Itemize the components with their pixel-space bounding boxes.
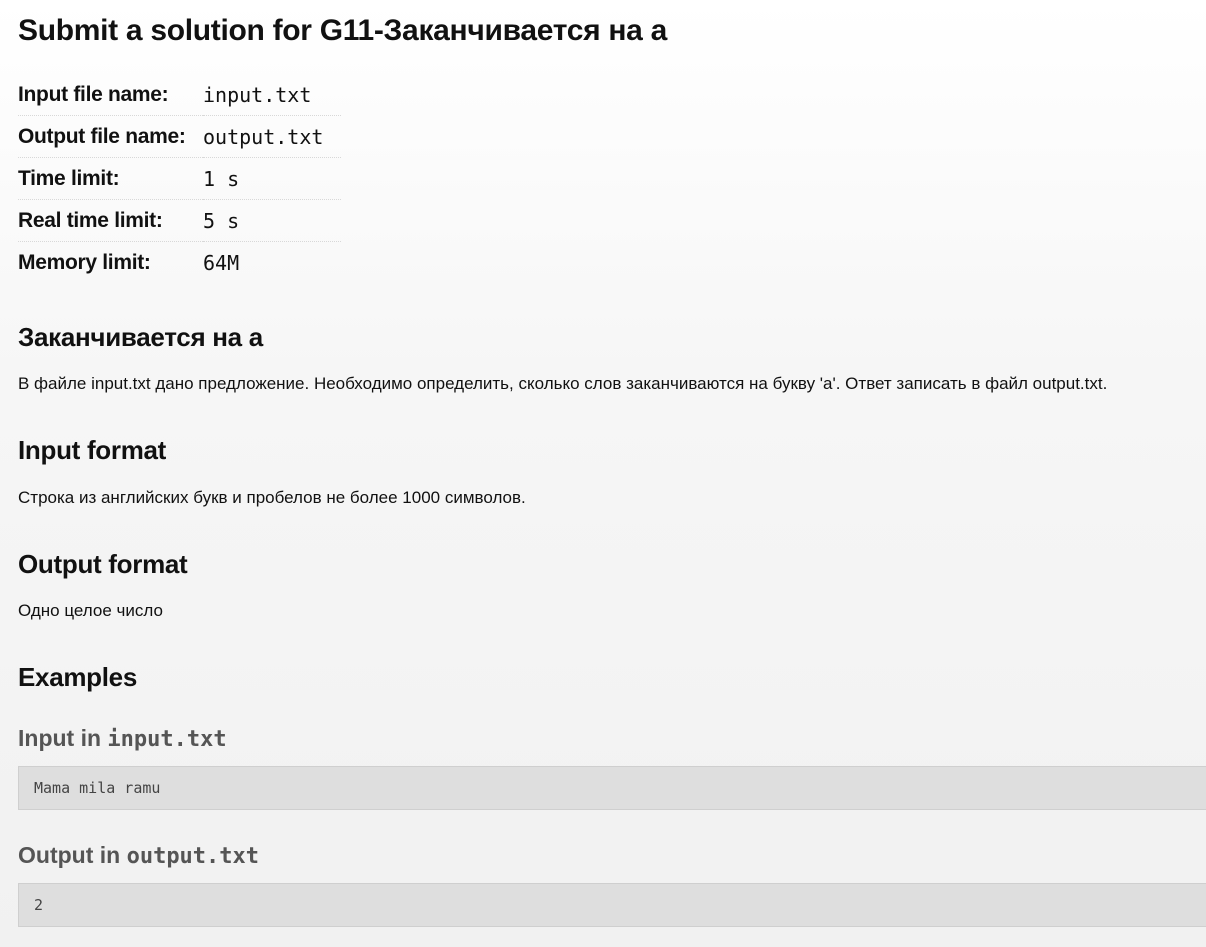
statement-heading: Заканчивается на а [18, 322, 263, 352]
limit-value: output.txt [203, 115, 341, 158]
limit-value: input.txt [203, 74, 341, 116]
example-input-block[interactable]: Mama mila ramu [18, 766, 1206, 810]
limit-row-input-file: Input file name: input.txt [18, 74, 341, 116]
example-input-filename: input.txt [107, 727, 227, 752]
limit-value: 1 s [203, 157, 341, 200]
output-format-text: Одно целое число [18, 601, 163, 620]
limit-value: 5 s [203, 199, 341, 242]
examples-heading: Examples [18, 662, 138, 692]
limit-label: Input file name: [18, 74, 203, 116]
statement-text: В файле input.txt дано предложение. Необ… [18, 374, 1108, 393]
example-output-label: Output in [18, 842, 121, 868]
limit-label: Time limit: [18, 157, 203, 200]
input-format-heading: Input format [18, 435, 167, 465]
limit-label: Memory limit: [18, 250, 151, 274]
limit-value: 64M [203, 250, 240, 275]
example-output-filename: output.txt [126, 844, 260, 869]
limit-row-output-file: Output file name: output.txt [18, 115, 341, 158]
limits-table: Input file name: input.txt Output file n… [18, 74, 341, 283]
example-output-block[interactable]: 2 [18, 883, 1206, 927]
example-input-label: Input in [18, 725, 102, 751]
limit-row-memory: Memory limit: 64M [18, 242, 341, 284]
input-format-text: Строка из английских букв и пробелов не … [18, 488, 526, 507]
limit-row-real-time: Real time limit: 5 s [18, 199, 341, 242]
limit-label: Output file name: [18, 115, 203, 158]
example-output-heading: Output in output.txt [18, 842, 259, 869]
limit-label: Real time limit: [18, 199, 203, 242]
page-title: Submit a solution for G11-Заканчивается … [18, 14, 667, 47]
output-format-heading: Output format [18, 549, 188, 579]
example-input-heading: Input in input.txt [18, 725, 227, 752]
limit-row-time: Time limit: 1 s [18, 157, 341, 200]
